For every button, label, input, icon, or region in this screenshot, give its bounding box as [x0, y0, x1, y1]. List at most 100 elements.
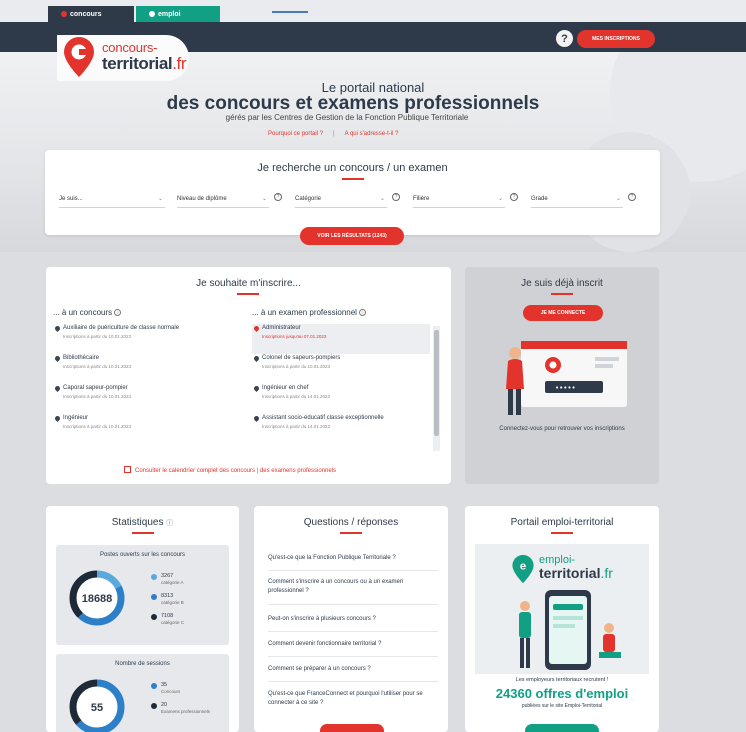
faq-title: Questions / réponses [303, 517, 399, 528]
tab-emploi[interactable]: emploi [136, 6, 220, 22]
for-whom-link[interactable]: A qui s'adresse-t-il ? [345, 131, 399, 137]
examens-heading-text: ... à un examen professionnel [252, 308, 357, 317]
legend-item: 7108 catégorie C [151, 613, 184, 633]
emploi-logo-line2: territorial.fr [539, 565, 613, 581]
concours-list: Auxiliaire de puériculture de classe nor… [53, 324, 233, 444]
chevron-down-icon: ⌄ [157, 196, 163, 202]
legend-value: 35 [161, 682, 168, 688]
emploi-title: Portail emploi-territorial [510, 517, 614, 528]
help-icon[interactable]: ? [358, 309, 366, 316]
item-name: Auxiliaire de puériculture de classe nor… [63, 325, 180, 331]
search-panel: Je recherche un concours / un examen Je … [45, 150, 660, 235]
scrollbar-thumb[interactable] [434, 330, 439, 436]
sessions-donut-chart: 55 [69, 679, 125, 732]
legend-label: Concours [161, 689, 181, 694]
mes-inscriptions-button[interactable]: MES INSCRIPTIONS [577, 30, 655, 48]
faq-divider [268, 681, 438, 682]
faq-divider [268, 570, 438, 571]
emploi-logo-suffix: .fr [600, 565, 613, 581]
legend-label: catégorie A [161, 580, 184, 585]
list-item[interactable]: Ingénieur Inscriptions à partir du 10.01.… [53, 414, 233, 444]
postes-legend: 3267 catégorie A 8313 catégorie B 7108 caté… [151, 573, 184, 633]
list-item[interactable]: Ingénieur en chef Inscriptions à partir d… [252, 384, 430, 414]
legend-value: 8313 [161, 593, 174, 599]
hero-subtitle: gérés par les Centres de Gestion de la F… [225, 113, 469, 122]
show-results-button[interactable]: VOIR LES RÉSULTATS (1243) [300, 227, 404, 245]
faq-question-link[interactable]: Qu'est-ce que FranceConnect et pourquoi … [268, 690, 438, 708]
list-item[interactable]: Caporal sapeur-pompier Inscriptions à par… [53, 384, 233, 414]
list-item[interactable]: Administrateur Inscriptions jusqu'au 07.0… [252, 324, 430, 354]
list-item[interactable]: Bibliothécaire Inscriptions à partir du 1… [53, 354, 233, 384]
login-illustration: ••••• [506, 341, 627, 415]
concours-heading-text: ... à un concours [53, 308, 113, 317]
title-underline [551, 532, 573, 534]
concours-logo-pin-icon[interactable] [62, 36, 96, 78]
faq-question-link[interactable]: Comment se préparer à un concours ? [268, 665, 438, 674]
help-icon[interactable]: ? [392, 193, 400, 201]
filter-grade[interactable]: Grade ⌄ [531, 192, 623, 208]
list-item[interactable]: Colonel de sapeurs-pompiers Inscriptions … [252, 354, 430, 384]
legend-label: Examens professionnels [161, 709, 211, 714]
pin-icon [53, 414, 62, 423]
list-item[interactable]: Auxiliaire de puériculture de classe nor… [53, 324, 233, 354]
emploi-offer-caption: publiées sur le site Emploi-Territorial [521, 703, 603, 709]
help-icon[interactable]: ? [628, 193, 636, 201]
legend-dot [151, 683, 157, 689]
help-icon[interactable]: ? [114, 309, 122, 316]
loading-indicator [272, 11, 308, 13]
register-card: Je souhaite m'inscrire... ... à un conco… [46, 267, 451, 484]
help-icon[interactable]: ? [274, 193, 282, 201]
emploi-button[interactable] [525, 724, 599, 732]
help-icon[interactable]: ⓘ [166, 520, 173, 527]
faq-question-link[interactable]: Qu'est-ce que la Fonction Publique Terri… [268, 554, 438, 563]
logo-line2[interactable]: territorial.fr [102, 54, 187, 74]
calendar-link[interactable]: Consulter le calendrier complet des conc… [124, 466, 336, 474]
tab-concours[interactable]: concours [48, 6, 134, 22]
filter-je-suis[interactable]: Je suis... ⌄ [59, 192, 165, 208]
filter-filiere[interactable]: Filière ⌄ [413, 192, 505, 208]
emploi-offer-count: 24360 offres d'emploi [495, 686, 629, 701]
help-icon[interactable]: ? [556, 30, 573, 47]
examens-scrollbar[interactable] [433, 326, 440, 451]
legend-item: 8313 catégorie B [151, 593, 184, 613]
help-icon[interactable]: ? [510, 193, 518, 201]
site-tab-strip: concours emploi [0, 0, 746, 22]
item-name: Ingénieur [63, 415, 89, 421]
pin-icon [252, 324, 261, 333]
legend-label: catégorie C [161, 620, 185, 625]
item-date: Inscriptions jusqu'au 07.01.2023 [262, 334, 327, 339]
statistics-title: Statistiques ⓘ [46, 517, 239, 528]
legend-dot [151, 594, 157, 600]
pin-icon [252, 354, 261, 363]
faq-question-link[interactable]: Comment s'inscrire à un concours ou à un… [268, 578, 438, 596]
filter-niveau-diplome[interactable]: Niveau de diplôme ⌄ [177, 192, 269, 208]
examens-column-heading: ... à un examen professionnel? [252, 308, 366, 317]
filter-categorie[interactable]: Catégorie ⌄ [295, 192, 387, 208]
pin-icon [53, 384, 62, 393]
pin-icon [53, 354, 62, 363]
faq-question-link[interactable]: Comment devenir fonctionnaire territoria… [268, 640, 438, 649]
emploi-promo-image[interactable]: e emploi- territorial.fr [475, 544, 649, 674]
calendar-link-text: Consulter le calendrier complet des conc… [135, 468, 336, 474]
faq-divider [268, 631, 438, 632]
faq-card: Questions / réponses Qu'est-ce que la Fo… [254, 506, 448, 732]
login-button[interactable]: JE ME CONNECTE [523, 305, 603, 321]
tab-concours-label: concours [70, 10, 102, 18]
pin-icon [252, 414, 261, 423]
logo-main: territorial [102, 54, 173, 73]
why-portal-link[interactable]: Pourquoi ce portail ? [268, 131, 323, 137]
examens-list: Administrateur Inscriptions jusqu'au 07.0… [252, 324, 430, 450]
list-item[interactable]: Assistant socio-éducatif classe exceptio… [252, 414, 430, 444]
filter-niveau-label: Niveau de diplôme [177, 196, 227, 202]
title-underline [237, 293, 259, 295]
emploi-tagline: Les employeurs territoriaux recrutent ! [515, 677, 609, 683]
faq-more-button[interactable] [320, 724, 384, 732]
legend-item: 3267 catégorie A [151, 573, 184, 593]
faq-question-link[interactable]: Peut-on s'inscrire à plusieurs concours … [268, 615, 438, 624]
emploi-logo-pin-icon: e [512, 554, 534, 584]
faq-divider [268, 656, 438, 657]
item-date: Inscriptions à partir du 10.01.2023 [63, 394, 132, 399]
item-date: Inscriptions à partir du 10.01.2023 [262, 364, 331, 369]
legend-item: 35 Concours [151, 682, 210, 702]
item-name: Caporal sapeur-pompier [63, 385, 128, 391]
